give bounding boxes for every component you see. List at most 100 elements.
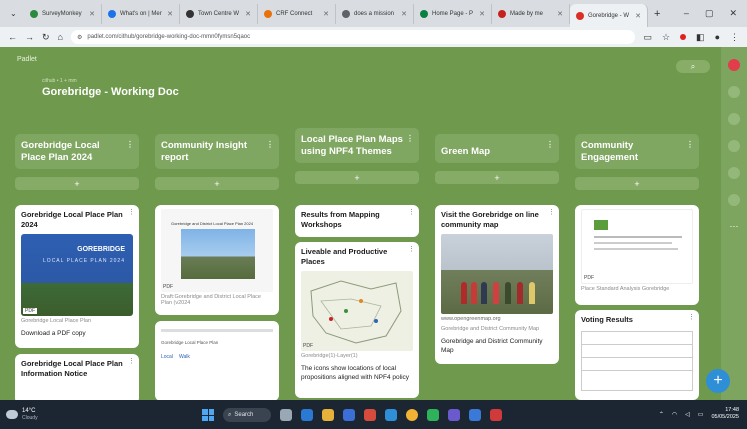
close-tab-icon[interactable]: ✕ [479,10,485,18]
add-post-fab-button[interactable]: + [706,369,730,393]
back-icon[interactable]: ← [8,32,17,42]
remake-icon[interactable] [728,140,740,152]
post-card[interactable]: ⋮ Voting Results [575,310,699,400]
section-header[interactable]: Community Insight report ⋮ [155,134,279,169]
add-post-button[interactable]: + [295,171,419,184]
bookmark-star-icon[interactable]: ☆ [662,32,670,43]
pdf-thumbnail[interactable]: PDF [581,209,693,284]
file-explorer-icon[interactable] [322,409,334,421]
pdf-thumbnail[interactable]: Gorebridge and District Local Place Plan… [161,209,273,292]
section-header[interactable]: Local Place Plan Maps using NPF4 Themes ⋮ [295,128,419,163]
close-tab-icon[interactable]: ✕ [167,10,173,18]
browser-tab[interactable]: What's on | Mer ✕ [102,3,180,24]
extensions-puzzle-icon[interactable]: ◧ [696,32,705,43]
pdf-app-icon[interactable] [490,409,502,421]
padlet-brand[interactable]: Padlet [17,56,37,63]
post-card[interactable]: ⋮ Liveable and Productive Places PDF Gor… [295,242,419,398]
browser-tab[interactable]: does a mission ✕ [336,3,414,24]
close-tab-icon[interactable]: ✕ [323,10,329,18]
close-tab-icon[interactable]: ✕ [89,10,95,18]
outlook-icon[interactable] [385,409,397,421]
map-thumbnail[interactable]: PDF [301,271,413,351]
word-icon[interactable] [469,409,481,421]
new-tab-button[interactable]: + [648,8,666,20]
tab-search-icon[interactable]: ⌄ [10,9,24,18]
weather-widget[interactable]: 14°C Cloudy [0,408,38,421]
post-menu-icon[interactable]: ⋮ [408,245,415,253]
post-card[interactable]: Gorebridge Local Place Plan Local Walk [155,321,279,400]
post-menu-icon[interactable]: ⋮ [408,208,415,216]
taskbar-search[interactable]: ⌕ Search [223,408,271,422]
add-post-button[interactable]: + [575,177,699,190]
cast-icon[interactable]: ▭ [643,32,652,43]
browser-tab[interactable]: Town Centre W ✕ [180,3,258,24]
results-table-thumbnail[interactable] [581,331,693,391]
add-post-button[interactable]: + [15,177,139,190]
close-tab-icon[interactable]: ✕ [635,12,641,20]
post-menu-icon[interactable]: ⋮ [128,208,135,216]
menu-dots-icon[interactable]: ⋮ [730,32,739,43]
site-info-icon[interactable]: ⚙ [77,34,82,41]
profile-icon[interactable]: ● [715,32,720,42]
more-icon[interactable]: ⋯ [728,221,740,233]
home-icon[interactable]: ⌂ [58,32,63,42]
group-photo[interactable] [441,234,553,314]
url-field[interactable]: ⚙ padlet.com/cithub/gorebridge-working-d… [70,30,636,44]
add-post-button[interactable]: + [155,177,279,190]
board-search-button[interactable]: ⌕ [676,60,710,73]
clock[interactable]: 17:48 05/05/2025 [711,407,739,421]
pdf-thumbnail[interactable]: GOREBRIDGE LOCAL PLACE PLAN 2024 PDF [21,234,133,316]
section-menu-icon[interactable]: ⋮ [126,139,134,151]
browser-tab-active[interactable]: Gorebridge - W ✕ [570,4,648,27]
reactions-icon[interactable] [728,86,740,98]
close-window-icon[interactable]: ✕ [729,8,737,19]
padlet-logo-icon[interactable] [728,59,740,71]
post-menu-icon[interactable]: ⋮ [128,357,135,365]
browser-tab[interactable]: Made by me ✕ [492,3,570,24]
post-card[interactable]: ⋮ Gorebridge Local Place Plan Informatio… [15,354,139,400]
post-card[interactable]: ⋮ Visit the Gorebridge on line community… [435,205,559,364]
post-card[interactable]: ⋮ Gorebridge Local Place Plan 2024 GOREB… [15,205,139,348]
post-card[interactable]: ⋮ Gorebridge and District Local Place Pl… [155,205,279,315]
add-post-button[interactable]: + [435,171,559,184]
close-tab-icon[interactable]: ✕ [245,10,251,18]
edge-icon[interactable] [301,409,313,421]
section-menu-icon[interactable]: ⋮ [406,133,414,145]
store-icon[interactable] [343,409,355,421]
teams-icon[interactable] [448,409,460,421]
section-header[interactable]: Green Map ⋮ [435,134,559,163]
volume-icon[interactable]: ◁ [685,411,690,418]
browser-tab[interactable]: Home Page - P ✕ [414,3,492,24]
post-menu-icon[interactable]: ⋮ [548,208,555,216]
share-icon[interactable] [728,113,740,125]
post-card[interactable]: ⋮ PDF Place Standard Analysis Gorebridge [575,205,699,305]
close-tab-icon[interactable]: ✕ [401,10,407,18]
browser-tab[interactable]: CRF Connect ✕ [258,3,336,24]
section-header[interactable]: Community Engagement ⋮ [575,134,699,169]
wifi-icon[interactable]: ◠ [672,411,677,418]
link[interactable]: Walk [179,353,190,362]
forward-icon[interactable]: → [25,32,34,42]
browser-tab[interactable]: SurveyMonkey ✕ [24,3,102,24]
settings-icon[interactable] [728,194,740,206]
app-icon[interactable] [427,409,439,421]
chrome-icon[interactable] [406,409,418,421]
office-icon[interactable] [364,409,376,421]
chevron-up-icon[interactable]: ⌃ [659,411,664,418]
reload-icon[interactable]: ↻ [42,32,50,43]
windows-start-icon[interactable] [202,409,214,421]
maximize-icon[interactable]: ▢ [705,8,714,19]
extension-icon[interactable] [680,34,687,40]
post-menu-icon[interactable]: ⋮ [688,313,695,321]
section-menu-icon[interactable]: ⋮ [686,139,694,151]
slideshow-icon[interactable] [728,167,740,179]
task-view-icon[interactable] [280,409,292,421]
section-menu-icon[interactable]: ⋮ [546,139,554,151]
minimize-icon[interactable]: – [684,8,689,19]
battery-icon[interactable]: ▭ [698,411,704,418]
close-tab-icon[interactable]: ✕ [557,10,563,18]
link-site[interactable]: www.opengreenmap.org [435,314,559,324]
section-menu-icon[interactable]: ⋮ [266,139,274,151]
link[interactable]: Local [161,353,173,362]
section-header[interactable]: Gorebridge Local Place Plan 2024 ⋮ [15,134,139,169]
